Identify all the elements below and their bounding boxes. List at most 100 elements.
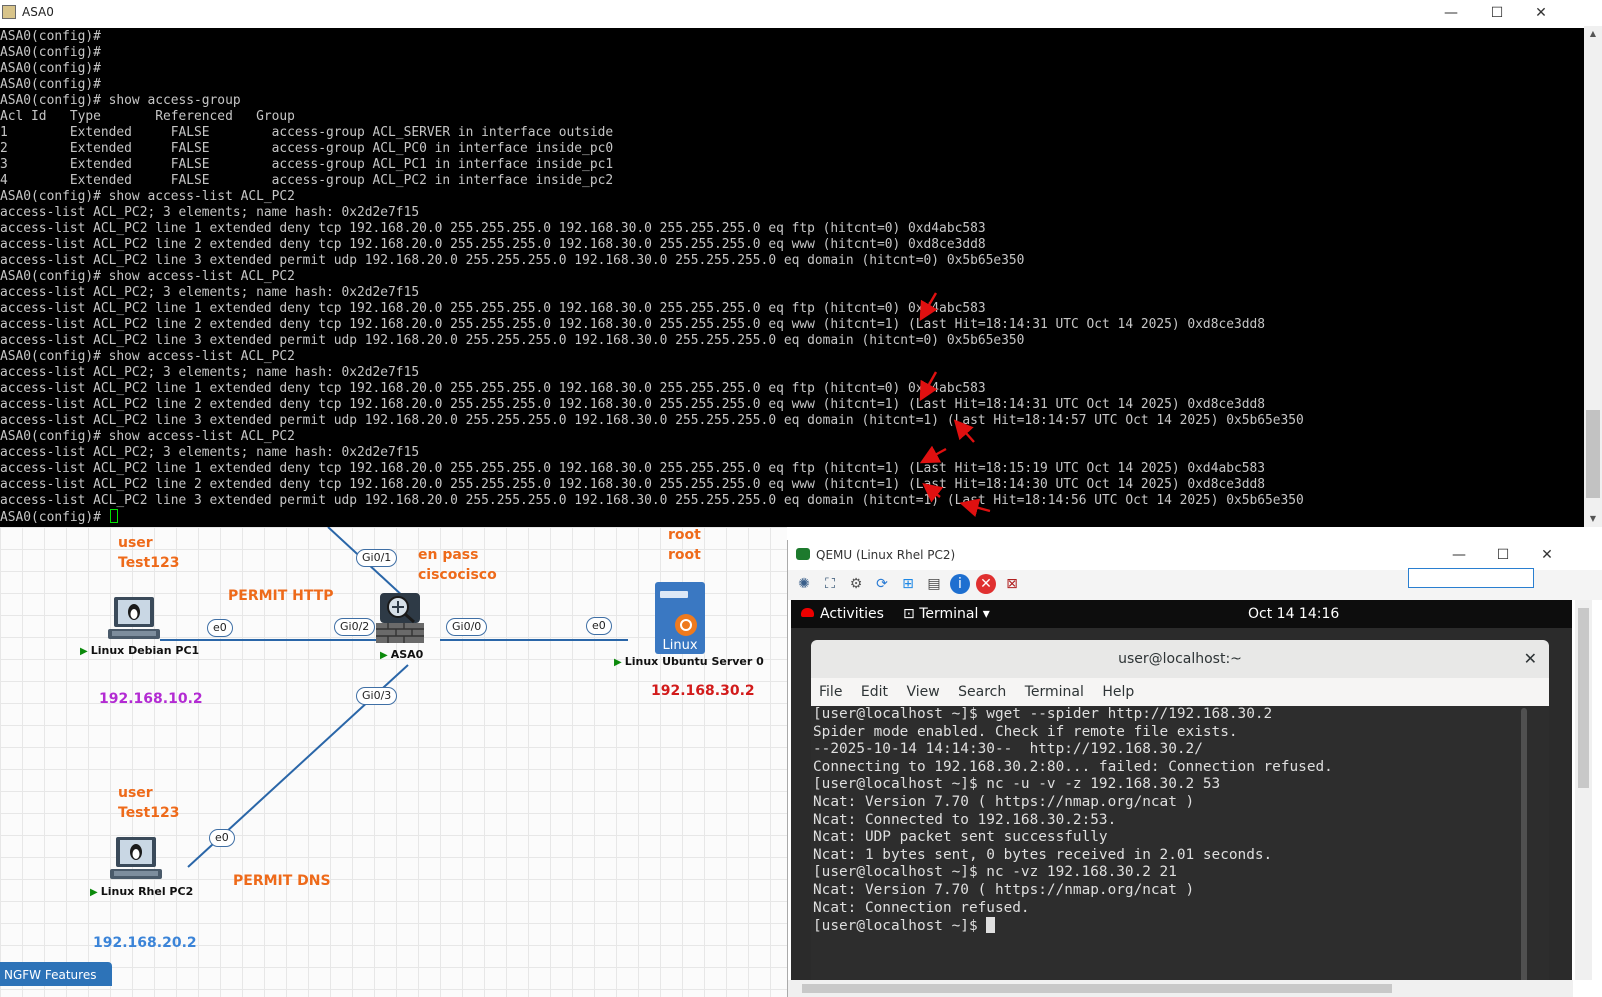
linux-pc-icon[interactable] — [108, 835, 164, 883]
console-line-text: ASA0(config)# — [0, 510, 109, 525]
console-line: ASA0(config)# — [0, 509, 1304, 525]
clock[interactable]: Oct 14 14:16 — [1248, 606, 1339, 622]
windows-icon[interactable]: ⊞ — [898, 574, 918, 594]
menu-terminal[interactable]: Terminal — [1025, 684, 1084, 700]
console-line-text: ASA0(config)# show access-list ACL_PC2 — [0, 189, 295, 204]
port-label[interactable]: e0 — [207, 619, 233, 637]
node-name-ubuntu: Linux Ubuntu Server 0 — [624, 655, 764, 668]
running-status-icon: ▶ — [90, 887, 98, 898]
console-line-text: access-list ACL_PC2; 3 elements; name ha… — [0, 365, 420, 380]
firewall-icon[interactable] — [374, 589, 426, 647]
scroll-down-icon[interactable]: ▼ — [1584, 514, 1602, 523]
console-line-text: access-list ACL_PC2 line 2 extended deny… — [0, 237, 986, 252]
qemu-window: QEMU (Linux Rhel PC2) — ☐ ✕ ✺ ⛶ ⚙ ⟳ ⊞ ▤ … — [787, 540, 1602, 997]
console-line: ASA0(config)# — [0, 45, 1304, 61]
qemu-icon — [796, 548, 810, 560]
note-asa-enpass: en pass — [418, 547, 479, 563]
note-pc1-pass: Test123 — [118, 555, 180, 571]
console-line-text: access-list ACL_PC2 line 2 extended deny… — [0, 317, 1266, 332]
terminal-line-text: Spider mode enabled. Check if remote fil… — [813, 723, 1238, 740]
terminal-scrollbar[interactable] — [1521, 708, 1527, 993]
port-label[interactable]: Gi0/3 — [356, 687, 398, 705]
console-line-text: access-list ACL_PC2 line 3 extended perm… — [0, 413, 1304, 428]
terminal-line: [user@localhost ~]$ nc -u -v -z 192.168.… — [813, 776, 1333, 794]
close-button[interactable]: ✕ — [1518, 0, 1564, 26]
qemu-horizontal-scrollbar[interactable] — [788, 980, 1573, 997]
qemu-vscroll-thumb[interactable] — [1578, 608, 1589, 788]
console-line: ASA0(config)# — [0, 61, 1304, 77]
qemu-search-input[interactable] — [1408, 568, 1534, 588]
menu-edit[interactable]: Edit — [861, 684, 888, 700]
console-line: access-list ACL_PC2; 3 elements; name ha… — [0, 285, 1304, 301]
qemu-close-button[interactable]: ✕ — [1524, 542, 1570, 568]
refresh-icon[interactable]: ⟳ — [872, 574, 892, 594]
qemu-minimize-button[interactable]: — — [1436, 542, 1482, 568]
port-label[interactable]: Gi0/0 — [446, 618, 488, 636]
terminal-body[interactable]: [user@localhost ~]$ wget --spider http:/… — [811, 706, 1549, 996]
running-status-icon: ▶ — [380, 650, 388, 661]
console-line: access-list ACL_PC2 line 1 extended deny… — [0, 461, 1304, 477]
gnome-terminal-window: user@localhost:~ ✕ File Edit View Search… — [811, 640, 1549, 996]
port-label[interactable]: Gi0/2 — [334, 618, 376, 636]
node-name-rhel: Linux Rhel PC2 — [100, 885, 194, 898]
console-line-text: access-list ACL_PC2 line 1 extended deny… — [0, 381, 986, 396]
stop-icon[interactable]: ✕ — [976, 574, 996, 594]
qemu-vertical-scrollbar[interactable] — [1575, 600, 1592, 980]
putty-icon — [2, 5, 16, 19]
topology-canvas[interactable]: e0 Gi0/2 Gi0/1 Gi0/0 Gi0/3 e0 e0 ▶ Linux … — [0, 527, 787, 997]
asa-scrollbar[interactable]: ▲ ▼ — [1584, 26, 1602, 527]
terminal-line-text: Ncat: Connected to 192.168.30.2:53. — [813, 811, 1117, 828]
activities-button[interactable]: Activities — [801, 606, 884, 622]
terminal-line-text: Ncat: UDP packet sent successfully — [813, 829, 1108, 846]
terminal-line: Spider mode enabled. Check if remote fil… — [813, 724, 1333, 742]
info-icon[interactable]: i — [950, 574, 970, 594]
running-status-icon: ▶ — [614, 657, 622, 668]
console-line: access-list ACL_PC2 line 2 extended deny… — [0, 237, 1304, 253]
port-label[interactable]: Gi0/1 — [356, 549, 398, 567]
console-line: access-list ACL_PC2 line 3 extended perm… — [0, 333, 1304, 349]
node-label: ▶ Linux Ubuntu Server 0 — [614, 655, 764, 668]
scroll-up-icon[interactable]: ▲ — [1584, 29, 1602, 38]
terminal-line-text: Ncat: Connection refused. — [813, 899, 1030, 916]
note-server-user: root — [668, 527, 701, 543]
menu-file[interactable]: File — [819, 684, 842, 700]
ngfw-features-tab[interactable]: NGFW Features — [0, 962, 112, 986]
settings-icon[interactable]: ⚙ — [846, 574, 866, 594]
fullscreen-icon[interactable]: ⛶ — [820, 574, 840, 594]
qemu-maximize-button[interactable]: ☐ — [1480, 542, 1526, 568]
console-line-text: access-list ACL_PC2; 3 elements; name ha… — [0, 205, 420, 220]
console-line: access-list ACL_PC2 line 3 extended perm… — [0, 493, 1304, 509]
terminal-close-button[interactable]: ✕ — [1524, 640, 1537, 678]
terminal-line: Ncat: Version 7.70 ( https://nmap.org/nc… — [813, 794, 1333, 812]
console-line-text: access-list ACL_PC2; 3 elements; name ha… — [0, 285, 420, 300]
app-menu-button[interactable]: ⊡ Terminal ▾ — [903, 606, 990, 622]
maximize-button[interactable]: ☐ — [1474, 0, 1520, 26]
port-label[interactable]: e0 — [586, 617, 612, 635]
minimize-button[interactable]: — — [1428, 0, 1474, 26]
qemu-toolbar: ✺ ⛶ ⚙ ⟳ ⊞ ▤ i ✕ ⊠ □ — [788, 568, 1602, 611]
server-logo-text: Linux — [662, 638, 697, 653]
terminal-line-text: Ncat: Version 7.70 ( https://nmap.org/nc… — [813, 793, 1195, 810]
asa-console[interactable]: ASA0(config)# ASA0(config)# ASA0(config)# A… — [0, 28, 1584, 527]
console-line: access-list ACL_PC2; 3 elements; name ha… — [0, 445, 1304, 461]
qemu-hscroll-thumb[interactable] — [802, 984, 1392, 993]
menu-search[interactable]: Search — [958, 684, 1006, 700]
asa-scrollbar-thumb[interactable] — [1586, 410, 1600, 498]
console-line-text: access-list ACL_PC2 line 3 extended perm… — [0, 493, 1304, 508]
console-line-text: 3 Extended FALSE access-group ACL_PC1 in… — [0, 157, 614, 172]
exit-icon[interactable]: ⊠ — [1002, 574, 1022, 594]
guest-desktop[interactable]: Activities ⊡ Terminal ▾ Oct 14 14:16 use… — [791, 600, 1572, 996]
running-status-icon: ▶ — [80, 646, 88, 657]
linux-pc-icon[interactable] — [106, 595, 162, 643]
port-label[interactable]: e0 — [209, 829, 235, 847]
console-icon[interactable]: ▤ — [924, 574, 944, 594]
console-line-text: access-list ACL_PC2 line 3 extended perm… — [0, 333, 1025, 348]
terminal-line: [user@localhost ~]$ nc -vz 192.168.30.2 … — [813, 864, 1333, 882]
menu-view[interactable]: View — [906, 684, 939, 700]
linux-server-icon[interactable]: Linux — [654, 581, 706, 655]
menu-help[interactable]: Help — [1102, 684, 1134, 700]
note-pc2-ip: 192.168.20.2 — [93, 935, 197, 951]
console-line-text: 4 Extended FALSE access-group ACL_PC2 in… — [0, 173, 614, 188]
console-line: 4 Extended FALSE access-group ACL_PC2 in… — [0, 173, 1304, 189]
gear-cluster-icon[interactable]: ✺ — [794, 574, 814, 594]
